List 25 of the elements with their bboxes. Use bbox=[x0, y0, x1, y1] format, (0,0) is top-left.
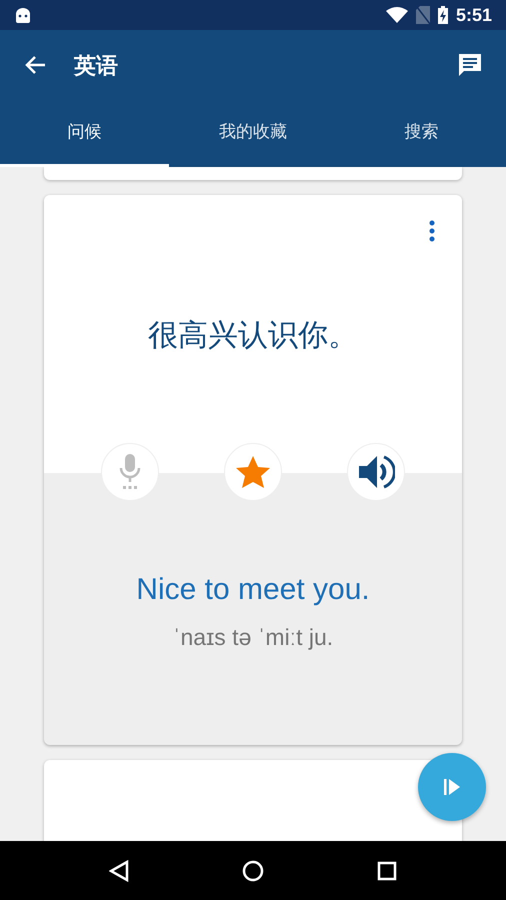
tab[interactable]: 搜索 bbox=[337, 100, 506, 167]
back-triangle-icon bbox=[109, 860, 129, 882]
recents-square-icon bbox=[377, 860, 397, 880]
more-options-icon bbox=[429, 220, 435, 242]
back-nav-button[interactable] bbox=[107, 858, 131, 882]
no-sim-icon bbox=[416, 6, 430, 24]
star-icon bbox=[235, 455, 271, 489]
android-icon bbox=[14, 7, 32, 23]
message-icon bbox=[457, 52, 483, 78]
microphone-icon bbox=[118, 454, 142, 490]
play-all-button[interactable] bbox=[418, 753, 486, 821]
battery-charging-icon bbox=[438, 6, 448, 24]
clock-time: 5:51 bbox=[456, 4, 492, 26]
chat-button[interactable] bbox=[456, 51, 484, 79]
source-phrase: 很高兴认识你。 bbox=[148, 318, 358, 354]
speaker-icon bbox=[357, 454, 395, 490]
home-circle-icon bbox=[242, 860, 264, 882]
back-arrow-icon bbox=[24, 55, 46, 75]
play-icon bbox=[444, 779, 460, 795]
translation-text: Nice to meet you. bbox=[136, 572, 370, 608]
wifi-icon bbox=[386, 7, 408, 23]
tab[interactable]: 我的收藏 bbox=[168, 100, 338, 167]
home-nav-button[interactable] bbox=[241, 858, 265, 882]
pronunciation-text: ˈnaɪs tə ˈmiːt ju. bbox=[172, 623, 334, 652]
screen-title: 英语 bbox=[74, 52, 118, 80]
